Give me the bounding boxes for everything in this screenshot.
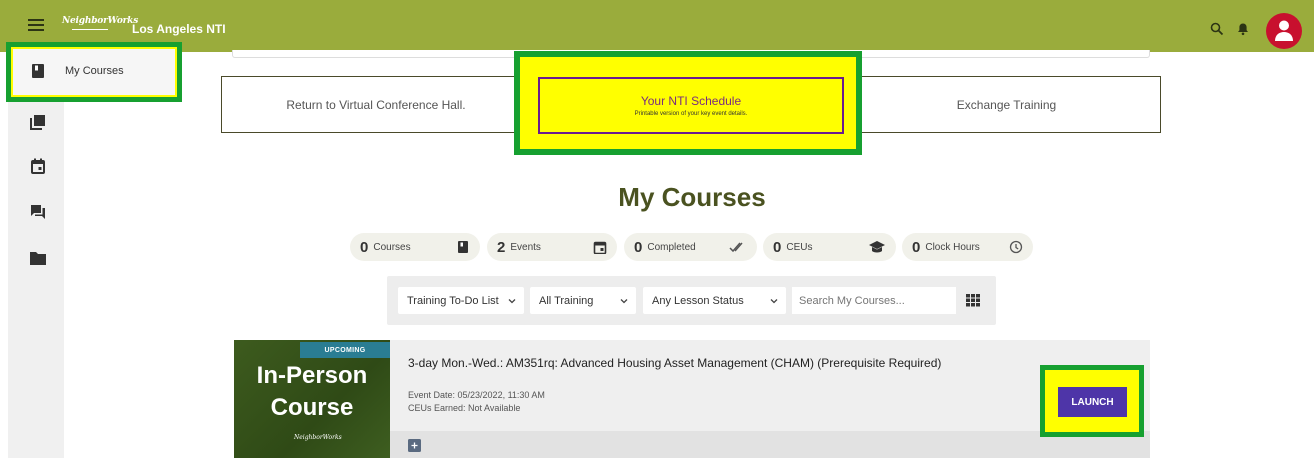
expand-icon[interactable] [408, 439, 421, 452]
graduation-cap-icon [868, 240, 886, 254]
chevron-down-icon [620, 296, 628, 304]
select-value: Any Lesson Status [652, 294, 744, 307]
training-type-select[interactable]: All Training [530, 287, 636, 314]
sidebar-item-label: My Courses [65, 65, 124, 77]
user-avatar-icon[interactable] [1266, 13, 1302, 49]
event-date: Event Date: 05/23/2022, 11:30 AM [408, 390, 545, 400]
course-card: UPCOMING In-Person Course NeighborWorks … [234, 340, 1150, 458]
book-icon [456, 240, 470, 254]
search-icon[interactable] [1210, 22, 1224, 36]
calendar-icon[interactable] [28, 156, 48, 176]
bell-icon[interactable] [1236, 22, 1250, 36]
search-courses-input[interactable] [792, 287, 956, 314]
thumb-line-1: In-Person [256, 362, 368, 389]
neighborworks-logo[interactable]: NeighborWorks [62, 16, 139, 38]
stat-ceus: 0 CEUs [763, 233, 896, 261]
chevron-down-icon [770, 296, 778, 304]
card-footer [390, 431, 1150, 458]
calendar-icon [593, 240, 607, 255]
select-value: All Training [539, 294, 594, 307]
launch-highlight: LAUNCH [1040, 365, 1144, 437]
stat-label: CEUs [786, 241, 813, 253]
stat-courses: 0 Courses [350, 233, 480, 261]
thumb-logo: NeighborWorks [294, 434, 342, 441]
training-list-select[interactable]: Training To-Do List [398, 287, 524, 314]
clock-icon [1009, 240, 1023, 254]
double-check-icon [729, 240, 747, 254]
course-thumbnail[interactable]: UPCOMING In-Person Course NeighborWorks [234, 340, 390, 458]
course-title[interactable]: 3-day Mon.-Wed.: AM351rq: Advanced Housi… [408, 356, 941, 370]
return-label: Return to Virtual Conference Hall. [286, 97, 466, 112]
folder-icon[interactable] [28, 248, 48, 268]
stat-label: Courses [373, 241, 411, 253]
my-courses-sidebar-highlight: My Courses [6, 42, 182, 102]
top-app-bar: NeighborWorks Los Angeles NTI [0, 0, 1314, 52]
stat-label: Completed [647, 241, 696, 253]
stat-events: 2 Events [487, 233, 617, 261]
thumb-line-2: Course [270, 394, 354, 421]
chevron-down-icon [508, 296, 516, 304]
exchange-label: Exchange Training [956, 97, 1057, 112]
stat-label: Events [510, 241, 541, 253]
stat-label: Clock Hours [925, 241, 980, 253]
sidebar [8, 52, 64, 458]
stat-value: 0 [773, 238, 782, 256]
stat-completed: 0 Completed [624, 233, 757, 261]
stat-value: 0 [634, 238, 643, 256]
app-title: Los Angeles NTI [132, 22, 226, 36]
logo-text: NeighborWorks [62, 16, 139, 26]
return-to-conference-hall-link[interactable]: Return to Virtual Conference Hall. [221, 76, 531, 133]
book-icon [31, 63, 45, 79]
library-icon[interactable] [28, 112, 48, 132]
ceus-earned: CEUs Earned: Not Available [408, 403, 521, 413]
stat-value: 0 [360, 238, 369, 256]
stat-clock-hours: 0 Clock Hours [902, 233, 1033, 261]
stat-value: 2 [497, 238, 506, 256]
page-title: My Courses [618, 182, 766, 212]
exchange-training-link[interactable]: Exchange Training [852, 76, 1161, 133]
launch-button[interactable]: LAUNCH [1058, 387, 1127, 417]
menu-icon[interactable] [28, 19, 44, 32]
filter-bar: Training To-Do List All Training Any Les… [387, 276, 996, 325]
nti-schedule-button[interactable]: Your NTI Schedule Printable version of y… [538, 77, 844, 134]
sidebar-item-my-courses[interactable]: My Courses [13, 49, 175, 95]
schedule-subtitle: Printable version of your key event deta… [634, 111, 748, 117]
stat-value: 0 [912, 238, 921, 256]
schedule-title: Your NTI Schedule [640, 94, 742, 108]
lesson-status-select[interactable]: Any Lesson Status [643, 287, 786, 314]
grid-view-icon[interactable] [966, 293, 980, 307]
select-value: Training To-Do List [407, 294, 499, 307]
status-badge: UPCOMING [300, 342, 390, 358]
